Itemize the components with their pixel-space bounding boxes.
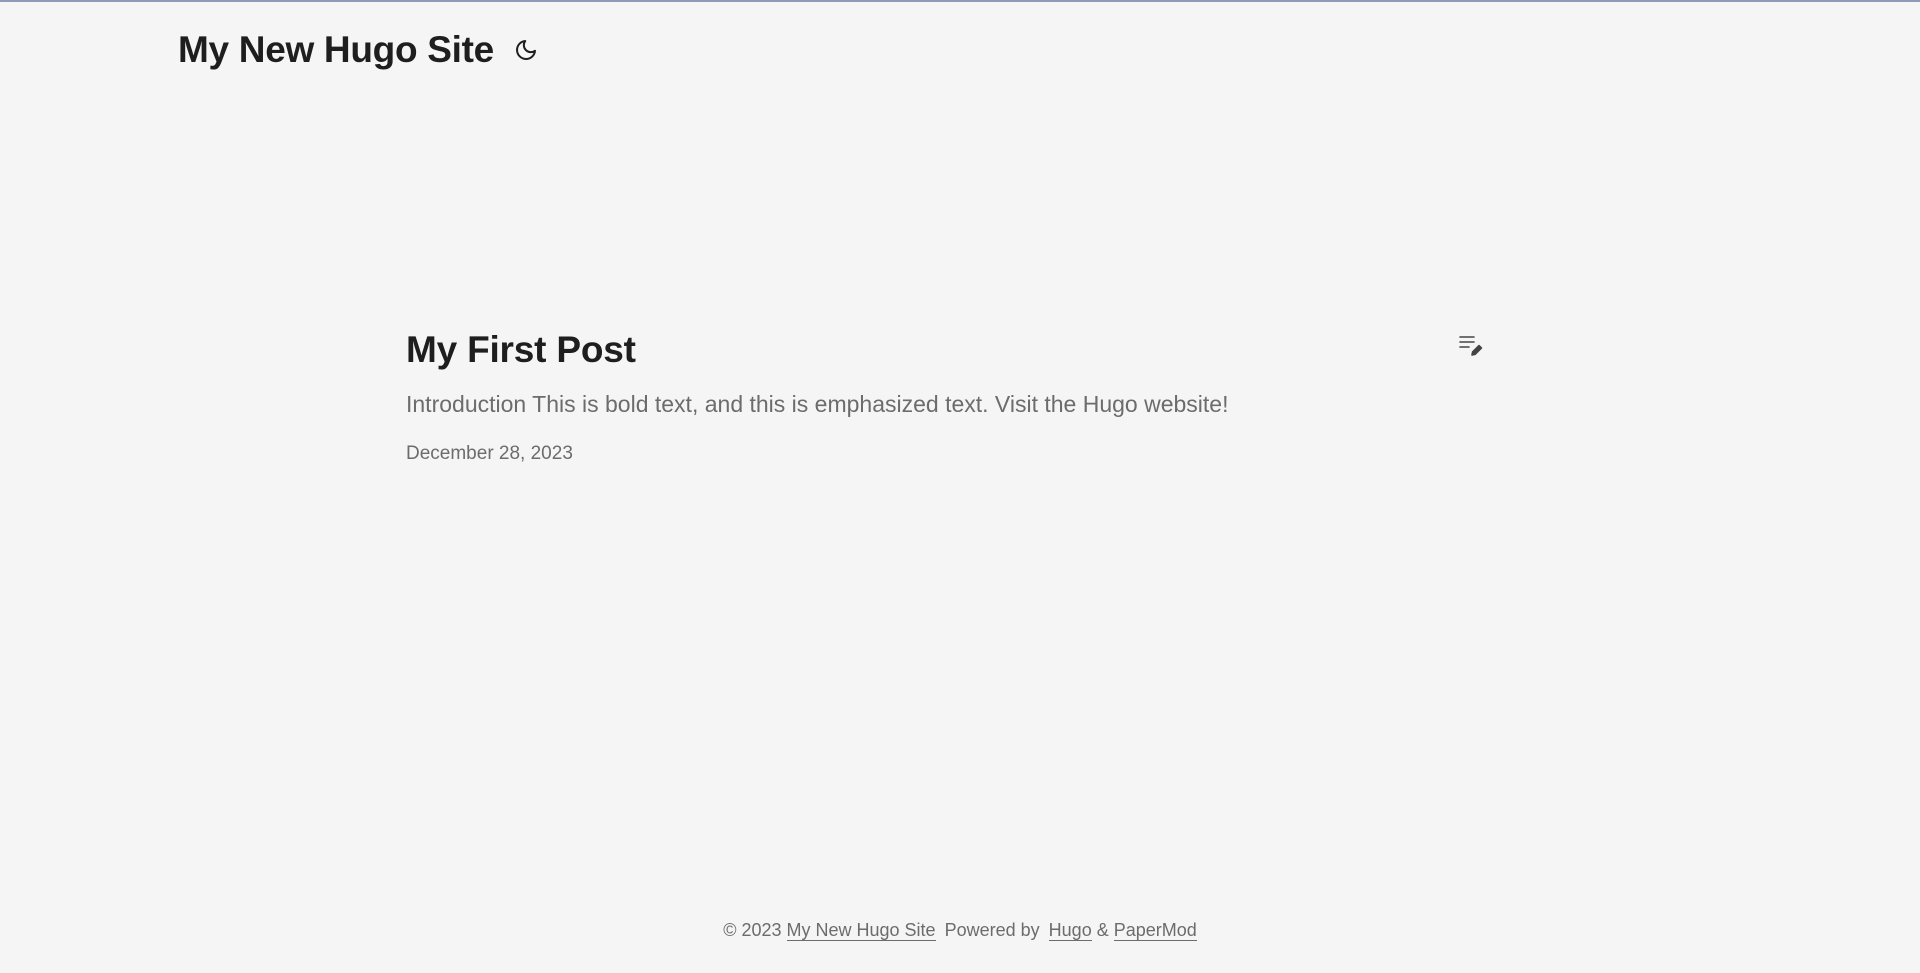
post-title[interactable]: My First Post [406, 320, 1486, 380]
theme-toggle-button[interactable] [512, 36, 540, 64]
site-footer: © 2023 My New Hugo Site Powered by Hugo … [0, 915, 1920, 945]
edit-post-icon[interactable] [1458, 333, 1484, 359]
footer-site-link[interactable]: My New Hugo Site [786, 920, 936, 941]
copyright-text: © 2023 [723, 920, 782, 940]
post-summary: Introduction This is bold text, and this… [406, 391, 1229, 417]
hugo-link[interactable]: Hugo [1048, 920, 1092, 941]
powered-by-text: Powered by [944, 920, 1040, 940]
papermod-link[interactable]: PaperMod [1113, 920, 1197, 941]
top-border-line [0, 0, 1920, 2]
moon-icon [516, 40, 536, 60]
site-header: My New Hugo Site [178, 26, 540, 74]
ampersand-text: & [1096, 920, 1109, 940]
post-date: December 28, 2023 [406, 443, 573, 464]
post-entry[interactable]: My First Post Introduction This is bold … [406, 320, 1486, 468]
site-title-link[interactable]: My New Hugo Site [178, 29, 494, 71]
